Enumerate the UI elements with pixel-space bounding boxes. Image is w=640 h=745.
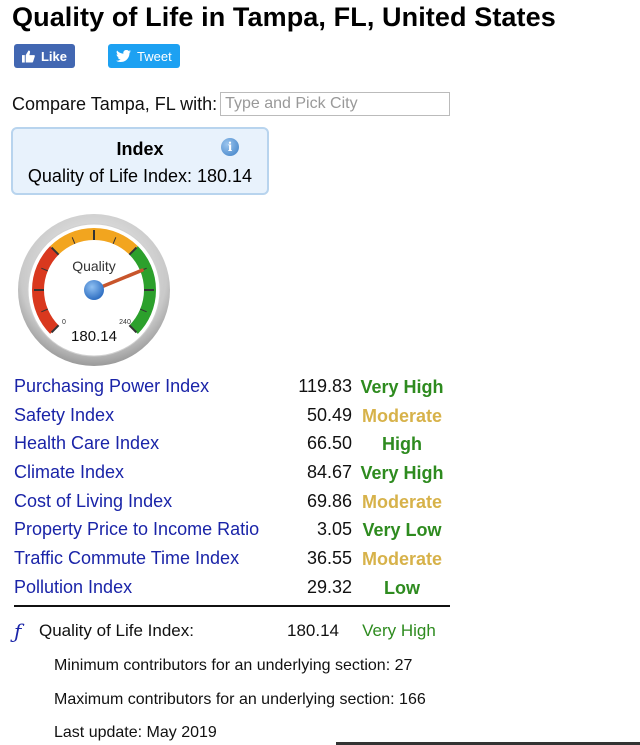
metric-level: Very High (360, 463, 444, 484)
metric-row-purchasing-power: Purchasing Power Index 119.83 Very High (14, 376, 454, 405)
metric-level: Moderate (361, 491, 442, 512)
quality-gauge: Quality 0 240 180.14 (18, 214, 170, 366)
compare-city-input[interactable] (220, 92, 451, 116)
gauge-label: Quality (72, 258, 116, 274)
metric-row-traffic-commute: Traffic Commute Time Index 36.55 Moderat… (14, 548, 454, 577)
metric-value: 29.32 (306, 576, 352, 597)
summary-value: 180.14 (287, 621, 339, 640)
metric-value: 66.50 (306, 433, 352, 454)
metric-row-property-price: Property Price to Income Ratio 3.05 Very… (14, 519, 454, 548)
metric-row-safety: Safety Index 50.49 Moderate (14, 405, 454, 434)
metric-name-link[interactable]: Traffic Commute Time Index (14, 548, 239, 569)
metric-level: Very High (360, 377, 444, 397)
metric-name-link[interactable]: Pollution Index (14, 577, 132, 598)
metric-name-link[interactable]: Purchasing Power Index (14, 376, 209, 397)
metric-name-link[interactable]: Safety Index (14, 405, 114, 426)
metric-value: 50.49 (306, 404, 352, 425)
metric-row-pollution: Pollution Index 29.32 Low (14, 577, 454, 606)
metric-value: 3.05 (316, 519, 352, 540)
compare-row: Compare Tampa, FL with: (12, 92, 451, 116)
metric-row-health-care: Health Care Index 66.50 High (14, 433, 454, 462)
gauge-hub (84, 280, 104, 300)
like-label: Like (40, 48, 67, 64)
metric-name-link[interactable]: Cost of Living Index (14, 491, 172, 512)
summary-level: Very High (362, 621, 436, 640)
metric-level: Moderate (361, 549, 442, 570)
thumbs-up-icon (22, 49, 35, 63)
metric-value: 69.86 (306, 490, 352, 511)
gauge-max-label: 240 (119, 319, 131, 326)
quality-of-life-index-value: Quality of Life Index: 180.14 (27, 166, 253, 186)
metric-row-cost-of-living: Cost of Living Index 69.86 Moderate (14, 491, 454, 520)
index-summary-box: Index i Quality of Life Index: 180.14 (11, 127, 269, 195)
metric-name-link[interactable]: Health Care Index (14, 433, 159, 454)
summary-label: Quality of Life Index: (39, 621, 194, 640)
last-update-note: Last update: May 2019 (54, 724, 217, 741)
info-icon[interactable]: i (221, 138, 239, 156)
facebook-like-button[interactable]: Like (14, 44, 75, 68)
tweet-label: Tweet (137, 48, 172, 64)
metrics-table: Purchasing Power Index 119.83 Very High … (14, 376, 454, 606)
metric-level: Very Low (362, 520, 442, 541)
formula-icon[interactable]: ƒ (14, 619, 21, 643)
metric-level: High (382, 434, 422, 455)
min-contributors-note: Minimum contributors for an underlying s… (54, 657, 413, 674)
compare-label: Compare Tampa, FL with: (12, 93, 218, 114)
summary-row: ƒ Quality of Life Index: 180.14 Very Hig… (14, 619, 454, 643)
page-title: Quality of Life in Tampa, FL, United Sta… (12, 2, 556, 32)
max-contributors-note: Maximum contributors for an underlying s… (54, 691, 426, 708)
metric-value: 36.55 (306, 548, 352, 569)
metric-name-link[interactable]: Climate Index (14, 462, 124, 483)
gauge-value: 180.14 (71, 328, 117, 345)
gauge-min-label: 0 (62, 319, 66, 326)
tweet-button[interactable]: Tweet (108, 44, 180, 68)
divider (14, 605, 450, 607)
metric-level: Moderate (361, 405, 442, 426)
metric-level: Low (384, 577, 420, 598)
metric-name-link[interactable]: Property Price to Income Ratio (14, 519, 259, 540)
twitter-bird-icon (116, 50, 131, 62)
metric-row-climate: Climate Index 84.67 Very High (14, 462, 454, 491)
metric-value: 84.67 (306, 462, 352, 483)
metric-value: 119.83 (298, 376, 352, 396)
